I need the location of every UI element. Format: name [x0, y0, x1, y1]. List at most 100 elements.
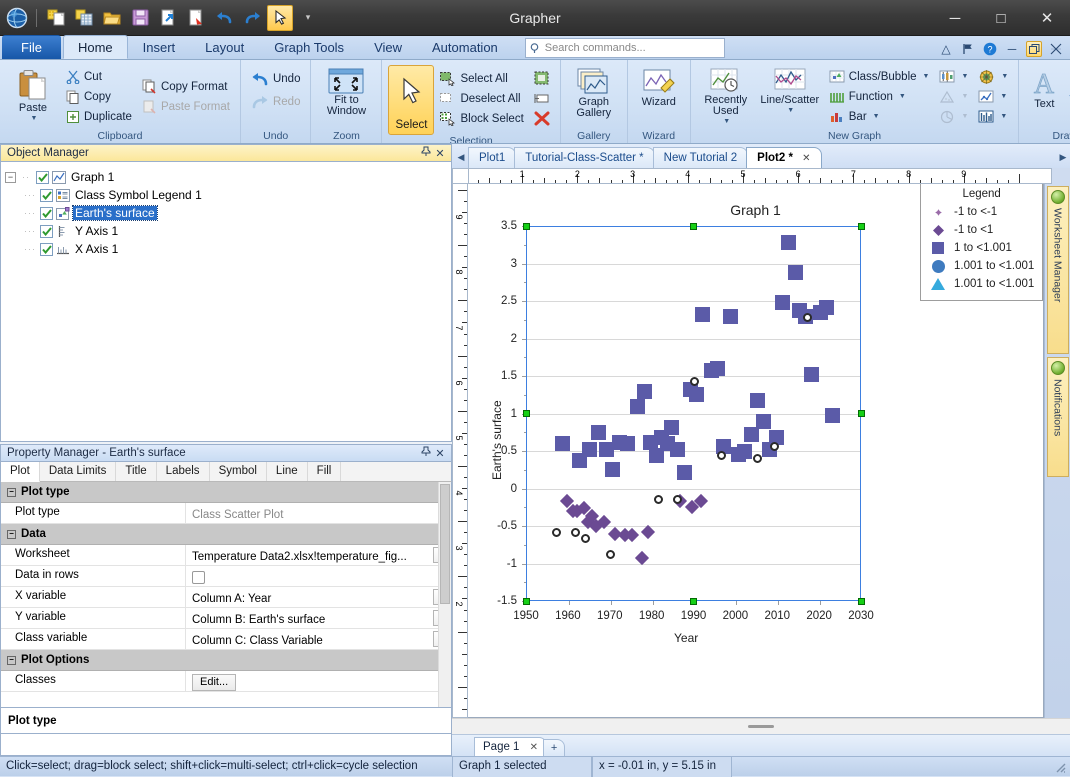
paste-format-button[interactable]: Paste Format — [138, 97, 234, 116]
invert-selection-button[interactable] — [530, 69, 554, 88]
polygon-button[interactable]: ▼ — [1065, 107, 1070, 126]
document-tab-tutorial-class-scatter[interactable]: Tutorial-Class-Scatter * — [514, 147, 655, 168]
row-classes[interactable]: Classes Edit... — [1, 671, 451, 692]
ternary-caret-icon[interactable]: ▼ — [961, 93, 968, 100]
select-button[interactable]: Select — [388, 65, 435, 135]
selection-handle[interactable] — [522, 597, 530, 605]
selection-handle[interactable] — [857, 222, 865, 230]
flag-icon[interactable] — [960, 41, 976, 57]
bar-caret-icon[interactable]: ▼ — [873, 113, 880, 120]
scroll-grip[interactable] — [748, 725, 774, 728]
deselect-all-button[interactable]: Deselect All — [436, 89, 527, 108]
collapse-ribbon-icon[interactable]: △ — [938, 41, 954, 57]
open-icon[interactable] — [99, 5, 125, 31]
add-page-button[interactable]: + — [543, 739, 566, 756]
checkbox-y-axis-1[interactable] — [40, 224, 53, 238]
value-worksheet[interactable]: Temperature Data2.xlsx!temperature_fig..… — [186, 545, 451, 565]
row-plot-type[interactable]: Plot type Class Scatter Plot — [1, 503, 451, 524]
tab-title[interactable]: Title — [116, 462, 157, 481]
export-icon[interactable] — [155, 5, 181, 31]
duplicate-button[interactable]: Duplicate — [62, 107, 136, 126]
tab-line[interactable]: Line — [267, 462, 308, 481]
polyline-button[interactable]: ▼ — [1065, 87, 1070, 106]
ribbon-tab-graph-tools[interactable]: Graph Tools — [259, 35, 359, 59]
tree-node-graph-1[interactable]: − ·· Graph 1 — [5, 168, 447, 186]
class-bubble-button[interactable]: Class/Bubble ▼ — [825, 67, 934, 86]
expander-icon[interactable]: − — [5, 171, 16, 183]
selection-handle[interactable] — [690, 597, 697, 605]
redo-button[interactable]: Redo — [247, 91, 305, 113]
polar-contour-button[interactable]: ▼ — [974, 67, 1012, 86]
tree-node-y-axis-1[interactable]: ··· Y Axis 1 — [5, 222, 447, 240]
nav-right-icon[interactable]: ▶ — [1056, 146, 1070, 168]
delete-selection-button[interactable] — [530, 109, 554, 128]
ternary-button[interactable]: ▼ — [935, 87, 972, 106]
search-commands-box[interactable]: Search commands... — [524, 38, 725, 58]
undo-button[interactable]: Undo — [247, 68, 305, 90]
qat-overflow-icon[interactable]: ▾ — [295, 5, 321, 31]
worksheet-manager-dock-button[interactable]: Worksheet Manager — [1046, 186, 1069, 354]
property-grid[interactable]: − Plot type Plot type Class Scatter Plot… — [0, 482, 452, 708]
document-tab-new-tutorial-2[interactable]: New Tutorial 2 — [652, 147, 749, 168]
resize-grip-icon[interactable] — [1053, 760, 1067, 774]
tree-node-earths-surface[interactable]: ··· Earth's surface — [5, 204, 447, 222]
row-worksheet[interactable]: Worksheet Temperature Data2.xlsx!tempera… — [1, 545, 451, 566]
property-grid-scrollbar[interactable] — [438, 482, 451, 707]
block-select-button[interactable]: Block Select — [436, 109, 527, 128]
selection-handle[interactable] — [857, 410, 865, 417]
help-icon[interactable]: ? — [982, 41, 998, 57]
close-tab-icon[interactable]: ✕ — [802, 153, 810, 164]
row-y-variable[interactable]: Y variable Column B: Earth's surface ▼ — [1, 608, 451, 629]
select-tool-icon[interactable] — [267, 4, 293, 31]
specialty-line-button[interactable]: ▼ — [974, 87, 1012, 106]
new-worksheet-icon[interactable] — [71, 5, 97, 31]
copy-button[interactable]: Copy — [62, 87, 136, 106]
ribbon-tab-automation[interactable]: Automation — [417, 35, 513, 59]
statistical-button[interactable]: ▼ — [974, 107, 1012, 126]
close-icon[interactable]: ✕ — [433, 147, 447, 160]
tab-fill[interactable]: Fill — [308, 462, 342, 481]
legend-row-3[interactable]: 1.001 to <1.001 — [929, 257, 1034, 275]
legend-row-1[interactable]: -1 to <1 — [929, 221, 1034, 239]
line-scatter-button[interactable]: Line/Scatter ▼ — [757, 66, 823, 128]
tree-node-class-symbol-legend-1[interactable]: ··· Class Symbol Legend 1 — [5, 186, 447, 204]
section-collapse-icon[interactable]: − — [7, 529, 16, 539]
ribbon-tab-view[interactable]: View — [359, 35, 417, 59]
text-button[interactable]: A Text — [1025, 66, 1063, 128]
tab-plot[interactable]: Plot — [1, 462, 40, 482]
tab-symbol[interactable]: Symbol — [210, 462, 267, 481]
recently-used-caret-icon[interactable]: ▼ — [723, 118, 730, 125]
scrollbar-thumb[interactable] — [440, 484, 450, 604]
selection-handle[interactable] — [522, 222, 530, 230]
horizontal-scroll-strip[interactable] — [452, 718, 1070, 734]
object-manager-tree[interactable]: − ·· Graph 1 ··· Class Symbol Legend 1 ·… — [0, 162, 452, 442]
recently-used-button[interactable]: Recently Used ▼ — [697, 66, 755, 128]
checkbox-x-axis-1[interactable] — [40, 242, 53, 256]
checkbox-class-symbol-legend-1[interactable] — [40, 188, 53, 202]
checkbox-data-in-rows[interactable] — [192, 571, 205, 584]
save-icon[interactable] — [127, 5, 153, 31]
legend-row-2[interactable]: 1 to <1.001 — [929, 239, 1034, 257]
row-data-in-rows[interactable]: Data in rows — [1, 566, 451, 587]
paste-caret-icon[interactable]: ▼ — [31, 115, 38, 122]
value-classes[interactable]: Edit... — [186, 671, 451, 691]
close-page-icon[interactable]: ✕ — [530, 742, 538, 753]
legend-row-4[interactable]: 1.001 to <1.001 — [929, 275, 1034, 293]
classes-edit-button[interactable]: Edit... — [192, 674, 237, 691]
selection-handle[interactable] — [857, 597, 865, 605]
paste-button[interactable]: Paste ▼ — [6, 66, 60, 128]
wizard-button[interactable]: Wizard — [634, 66, 684, 128]
pin-icon[interactable] — [419, 446, 433, 460]
checkbox-earths-surface[interactable] — [40, 206, 53, 220]
ribbon-tab-insert[interactable]: Insert — [128, 35, 191, 59]
graph-gallery-button[interactable]: Graph Gallery — [567, 66, 621, 128]
class-bubble-caret-icon[interactable]: ▼ — [923, 73, 930, 80]
copy-format-button[interactable]: Copy Format — [138, 77, 234, 96]
selection-handle[interactable] — [522, 410, 530, 417]
function-caret-icon[interactable]: ▼ — [899, 93, 906, 100]
pie-caret-icon[interactable]: ▼ — [961, 113, 968, 120]
pin-icon[interactable] — [419, 146, 433, 160]
value-x-variable[interactable]: Column A: Year ▼ — [186, 587, 451, 607]
fit-to-window-button[interactable]: Fit to Window — [317, 66, 375, 128]
nav-left-icon[interactable]: ◀ — [454, 146, 468, 168]
